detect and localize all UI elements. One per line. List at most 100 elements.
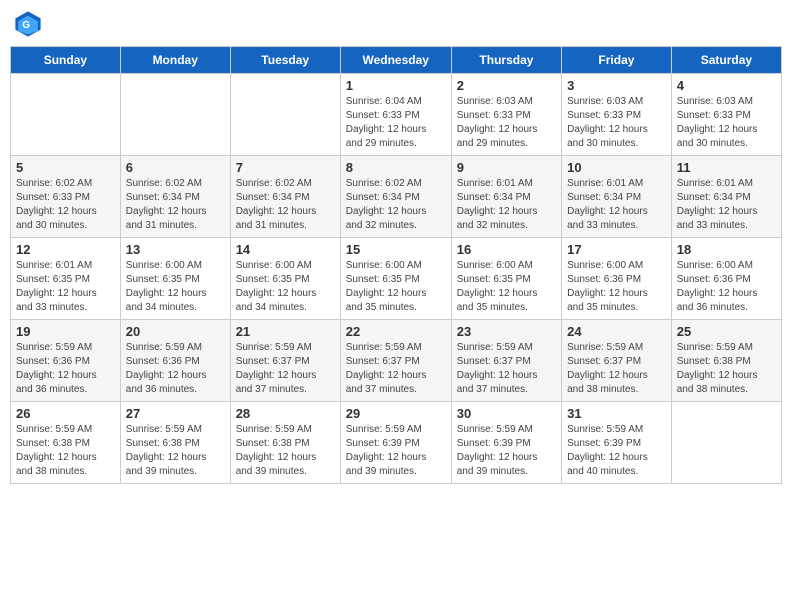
weekday-header: Saturday bbox=[671, 47, 781, 74]
calendar-cell: 8 Sunrise: 6:02 AM Sunset: 6:34 PM Daylig… bbox=[340, 156, 451, 238]
day-number: 1 bbox=[346, 78, 446, 93]
calendar-cell: 21 Sunrise: 5:59 AM Sunset: 6:37 PM Dayli… bbox=[230, 320, 340, 402]
day-details: Sunrise: 5:59 AM Sunset: 6:36 PM Dayligh… bbox=[16, 341, 115, 397]
day-number: 5 bbox=[16, 160, 115, 175]
calendar-cell: 9Sunrise: 6:01 AM Sunset: 6:34 PM Daylig… bbox=[451, 156, 561, 238]
day-details: Sunrise: 6:00 AM Sunset: 6:36 PM Dayligh… bbox=[567, 259, 666, 315]
day-number: 13 bbox=[126, 242, 225, 257]
day-details: Sunrise: 6:02 AM Sunset: 6:34 PM Dayligh… bbox=[236, 177, 335, 233]
day-number: 29 bbox=[346, 406, 446, 421]
calendar-cell: 29 Sunrise: 5:59 AM Sunset: 6:39 PM Dayli… bbox=[340, 402, 451, 484]
calendar-cell: 19Sunrise: 5:59 AM Sunset: 6:36 PM Dayli… bbox=[11, 320, 121, 402]
calendar-week-row: 26 Sunrise: 5:59 AM Sunset: 6:38 PM Dayli… bbox=[11, 402, 782, 484]
calendar-cell: 31 Sunrise: 5:59 AM Sunset: 6:39 PM Dayli… bbox=[562, 402, 672, 484]
calendar-cell: 1 Sunrise: 6:04 AM Sunset: 6:33 PM Daylig… bbox=[340, 74, 451, 156]
calendar-week-row: 5 Sunrise: 6:02 AM Sunset: 6:33 PM Daylig… bbox=[11, 156, 782, 238]
day-number: 15 bbox=[346, 242, 446, 257]
day-details: Sunrise: 6:00 AM Sunset: 6:35 PM Dayligh… bbox=[346, 259, 446, 315]
day-details: Sunrise: 6:01 AM Sunset: 6:34 PM Dayligh… bbox=[457, 177, 556, 233]
day-number: 14 bbox=[236, 242, 335, 257]
day-details: Sunrise: 6:00 AM Sunset: 6:36 PM Dayligh… bbox=[677, 259, 776, 315]
day-details: Sunrise: 5:59 AM Sunset: 6:37 PM Dayligh… bbox=[457, 341, 556, 397]
calendar-cell: 18 Sunrise: 6:00 AM Sunset: 6:36 PM Dayli… bbox=[671, 238, 781, 320]
day-details: Sunrise: 6:03 AM Sunset: 6:33 PM Dayligh… bbox=[677, 95, 776, 151]
day-number: 4 bbox=[677, 78, 776, 93]
day-number: 16 bbox=[457, 242, 556, 257]
calendar-cell: 14 Sunrise: 6:00 AM Sunset: 6:35 PM Dayli… bbox=[230, 238, 340, 320]
calendar-cell: 24 Sunrise: 5:59 AM Sunset: 6:37 PM Dayli… bbox=[562, 320, 672, 402]
day-details: Sunrise: 5:59 AM Sunset: 6:36 PM Dayligh… bbox=[126, 341, 225, 397]
calendar-cell: 3 Sunrise: 6:03 AM Sunset: 6:33 PM Daylig… bbox=[562, 74, 672, 156]
day-number: 17 bbox=[567, 242, 666, 257]
day-number: 24 bbox=[567, 324, 666, 339]
day-details: Sunrise: 6:03 AM Sunset: 6:33 PM Dayligh… bbox=[457, 95, 556, 151]
day-number: 25 bbox=[677, 324, 776, 339]
calendar-cell: 27 Sunrise: 5:59 AM Sunset: 6:38 PM Dayli… bbox=[120, 402, 230, 484]
day-number: 8 bbox=[346, 160, 446, 175]
day-details: Sunrise: 5:59 AM Sunset: 6:37 PM Dayligh… bbox=[346, 341, 446, 397]
day-details: Sunrise: 6:04 AM Sunset: 6:33 PM Dayligh… bbox=[346, 95, 446, 151]
day-number: 27 bbox=[126, 406, 225, 421]
calendar-cell: 11 Sunrise: 6:01 AM Sunset: 6:34 PM Dayli… bbox=[671, 156, 781, 238]
calendar-cell: 16 Sunrise: 6:00 AM Sunset: 6:35 PM Dayli… bbox=[451, 238, 561, 320]
day-details: Sunrise: 5:59 AM Sunset: 6:37 PM Dayligh… bbox=[236, 341, 335, 397]
day-number: 18 bbox=[677, 242, 776, 257]
day-number: 6 bbox=[126, 160, 225, 175]
calendar-cell: 7Sunrise: 6:02 AM Sunset: 6:34 PM Daylig… bbox=[230, 156, 340, 238]
calendar-cell bbox=[120, 74, 230, 156]
day-details: Sunrise: 5:59 AM Sunset: 6:37 PM Dayligh… bbox=[567, 341, 666, 397]
calendar-cell: 4 Sunrise: 6:03 AM Sunset: 6:33 PM Daylig… bbox=[671, 74, 781, 156]
day-details: Sunrise: 6:02 AM Sunset: 6:33 PM Dayligh… bbox=[16, 177, 115, 233]
day-number: 30 bbox=[457, 406, 556, 421]
day-number: 10 bbox=[567, 160, 666, 175]
calendar-week-row: 1 Sunrise: 6:04 AM Sunset: 6:33 PM Daylig… bbox=[11, 74, 782, 156]
calendar-week-row: 12Sunrise: 6:01 AM Sunset: 6:35 PM Dayli… bbox=[11, 238, 782, 320]
calendar-week-row: 19Sunrise: 5:59 AM Sunset: 6:36 PM Dayli… bbox=[11, 320, 782, 402]
calendar-cell: 28Sunrise: 5:59 AM Sunset: 6:38 PM Dayli… bbox=[230, 402, 340, 484]
day-details: Sunrise: 5:59 AM Sunset: 6:38 PM Dayligh… bbox=[126, 423, 225, 479]
day-details: Sunrise: 5:59 AM Sunset: 6:39 PM Dayligh… bbox=[457, 423, 556, 479]
calendar-cell bbox=[671, 402, 781, 484]
day-number: 26 bbox=[16, 406, 115, 421]
day-details: Sunrise: 6:01 AM Sunset: 6:34 PM Dayligh… bbox=[567, 177, 666, 233]
day-number: 21 bbox=[236, 324, 335, 339]
calendar-cell: 13 Sunrise: 6:00 AM Sunset: 6:35 PM Dayli… bbox=[120, 238, 230, 320]
logo: G bbox=[14, 10, 46, 38]
svg-text:G: G bbox=[22, 20, 30, 31]
day-details: Sunrise: 5:59 AM Sunset: 6:39 PM Dayligh… bbox=[346, 423, 446, 479]
calendar-cell bbox=[11, 74, 121, 156]
page-header: G bbox=[10, 10, 782, 38]
calendar-cell: 15 Sunrise: 6:00 AM Sunset: 6:35 PM Dayli… bbox=[340, 238, 451, 320]
weekday-header: Monday bbox=[120, 47, 230, 74]
calendar-cell: 12Sunrise: 6:01 AM Sunset: 6:35 PM Dayli… bbox=[11, 238, 121, 320]
weekday-header: Tuesday bbox=[230, 47, 340, 74]
weekday-header: Friday bbox=[562, 47, 672, 74]
calendar-cell: 2 Sunrise: 6:03 AM Sunset: 6:33 PM Daylig… bbox=[451, 74, 561, 156]
day-details: Sunrise: 6:02 AM Sunset: 6:34 PM Dayligh… bbox=[126, 177, 225, 233]
day-details: Sunrise: 6:00 AM Sunset: 6:35 PM Dayligh… bbox=[236, 259, 335, 315]
day-number: 3 bbox=[567, 78, 666, 93]
day-details: Sunrise: 5:59 AM Sunset: 6:39 PM Dayligh… bbox=[567, 423, 666, 479]
logo-icon: G bbox=[14, 10, 42, 38]
day-number: 31 bbox=[567, 406, 666, 421]
day-number: 2 bbox=[457, 78, 556, 93]
day-details: Sunrise: 6:02 AM Sunset: 6:34 PM Dayligh… bbox=[346, 177, 446, 233]
day-number: 23 bbox=[457, 324, 556, 339]
calendar-cell: 25 Sunrise: 5:59 AM Sunset: 6:38 PM Dayli… bbox=[671, 320, 781, 402]
weekday-header: Wednesday bbox=[340, 47, 451, 74]
calendar-table: SundayMondayTuesdayWednesdayThursdayFrid… bbox=[10, 46, 782, 484]
day-details: Sunrise: 6:00 AM Sunset: 6:35 PM Dayligh… bbox=[457, 259, 556, 315]
calendar-cell: 5 Sunrise: 6:02 AM Sunset: 6:33 PM Daylig… bbox=[11, 156, 121, 238]
day-number: 12 bbox=[16, 242, 115, 257]
calendar-cell: 17 Sunrise: 6:00 AM Sunset: 6:36 PM Dayli… bbox=[562, 238, 672, 320]
calendar-cell: 6 Sunrise: 6:02 AM Sunset: 6:34 PM Daylig… bbox=[120, 156, 230, 238]
day-details: Sunrise: 6:01 AM Sunset: 6:34 PM Dayligh… bbox=[677, 177, 776, 233]
day-number: 11 bbox=[677, 160, 776, 175]
day-details: Sunrise: 6:00 AM Sunset: 6:35 PM Dayligh… bbox=[126, 259, 225, 315]
weekday-header: Thursday bbox=[451, 47, 561, 74]
day-details: Sunrise: 6:03 AM Sunset: 6:33 PM Dayligh… bbox=[567, 95, 666, 151]
calendar-header-row: SundayMondayTuesdayWednesdayThursdayFrid… bbox=[11, 47, 782, 74]
calendar-cell: 10 Sunrise: 6:01 AM Sunset: 6:34 PM Dayli… bbox=[562, 156, 672, 238]
day-number: 20 bbox=[126, 324, 225, 339]
day-details: Sunrise: 5:59 AM Sunset: 6:38 PM Dayligh… bbox=[677, 341, 776, 397]
